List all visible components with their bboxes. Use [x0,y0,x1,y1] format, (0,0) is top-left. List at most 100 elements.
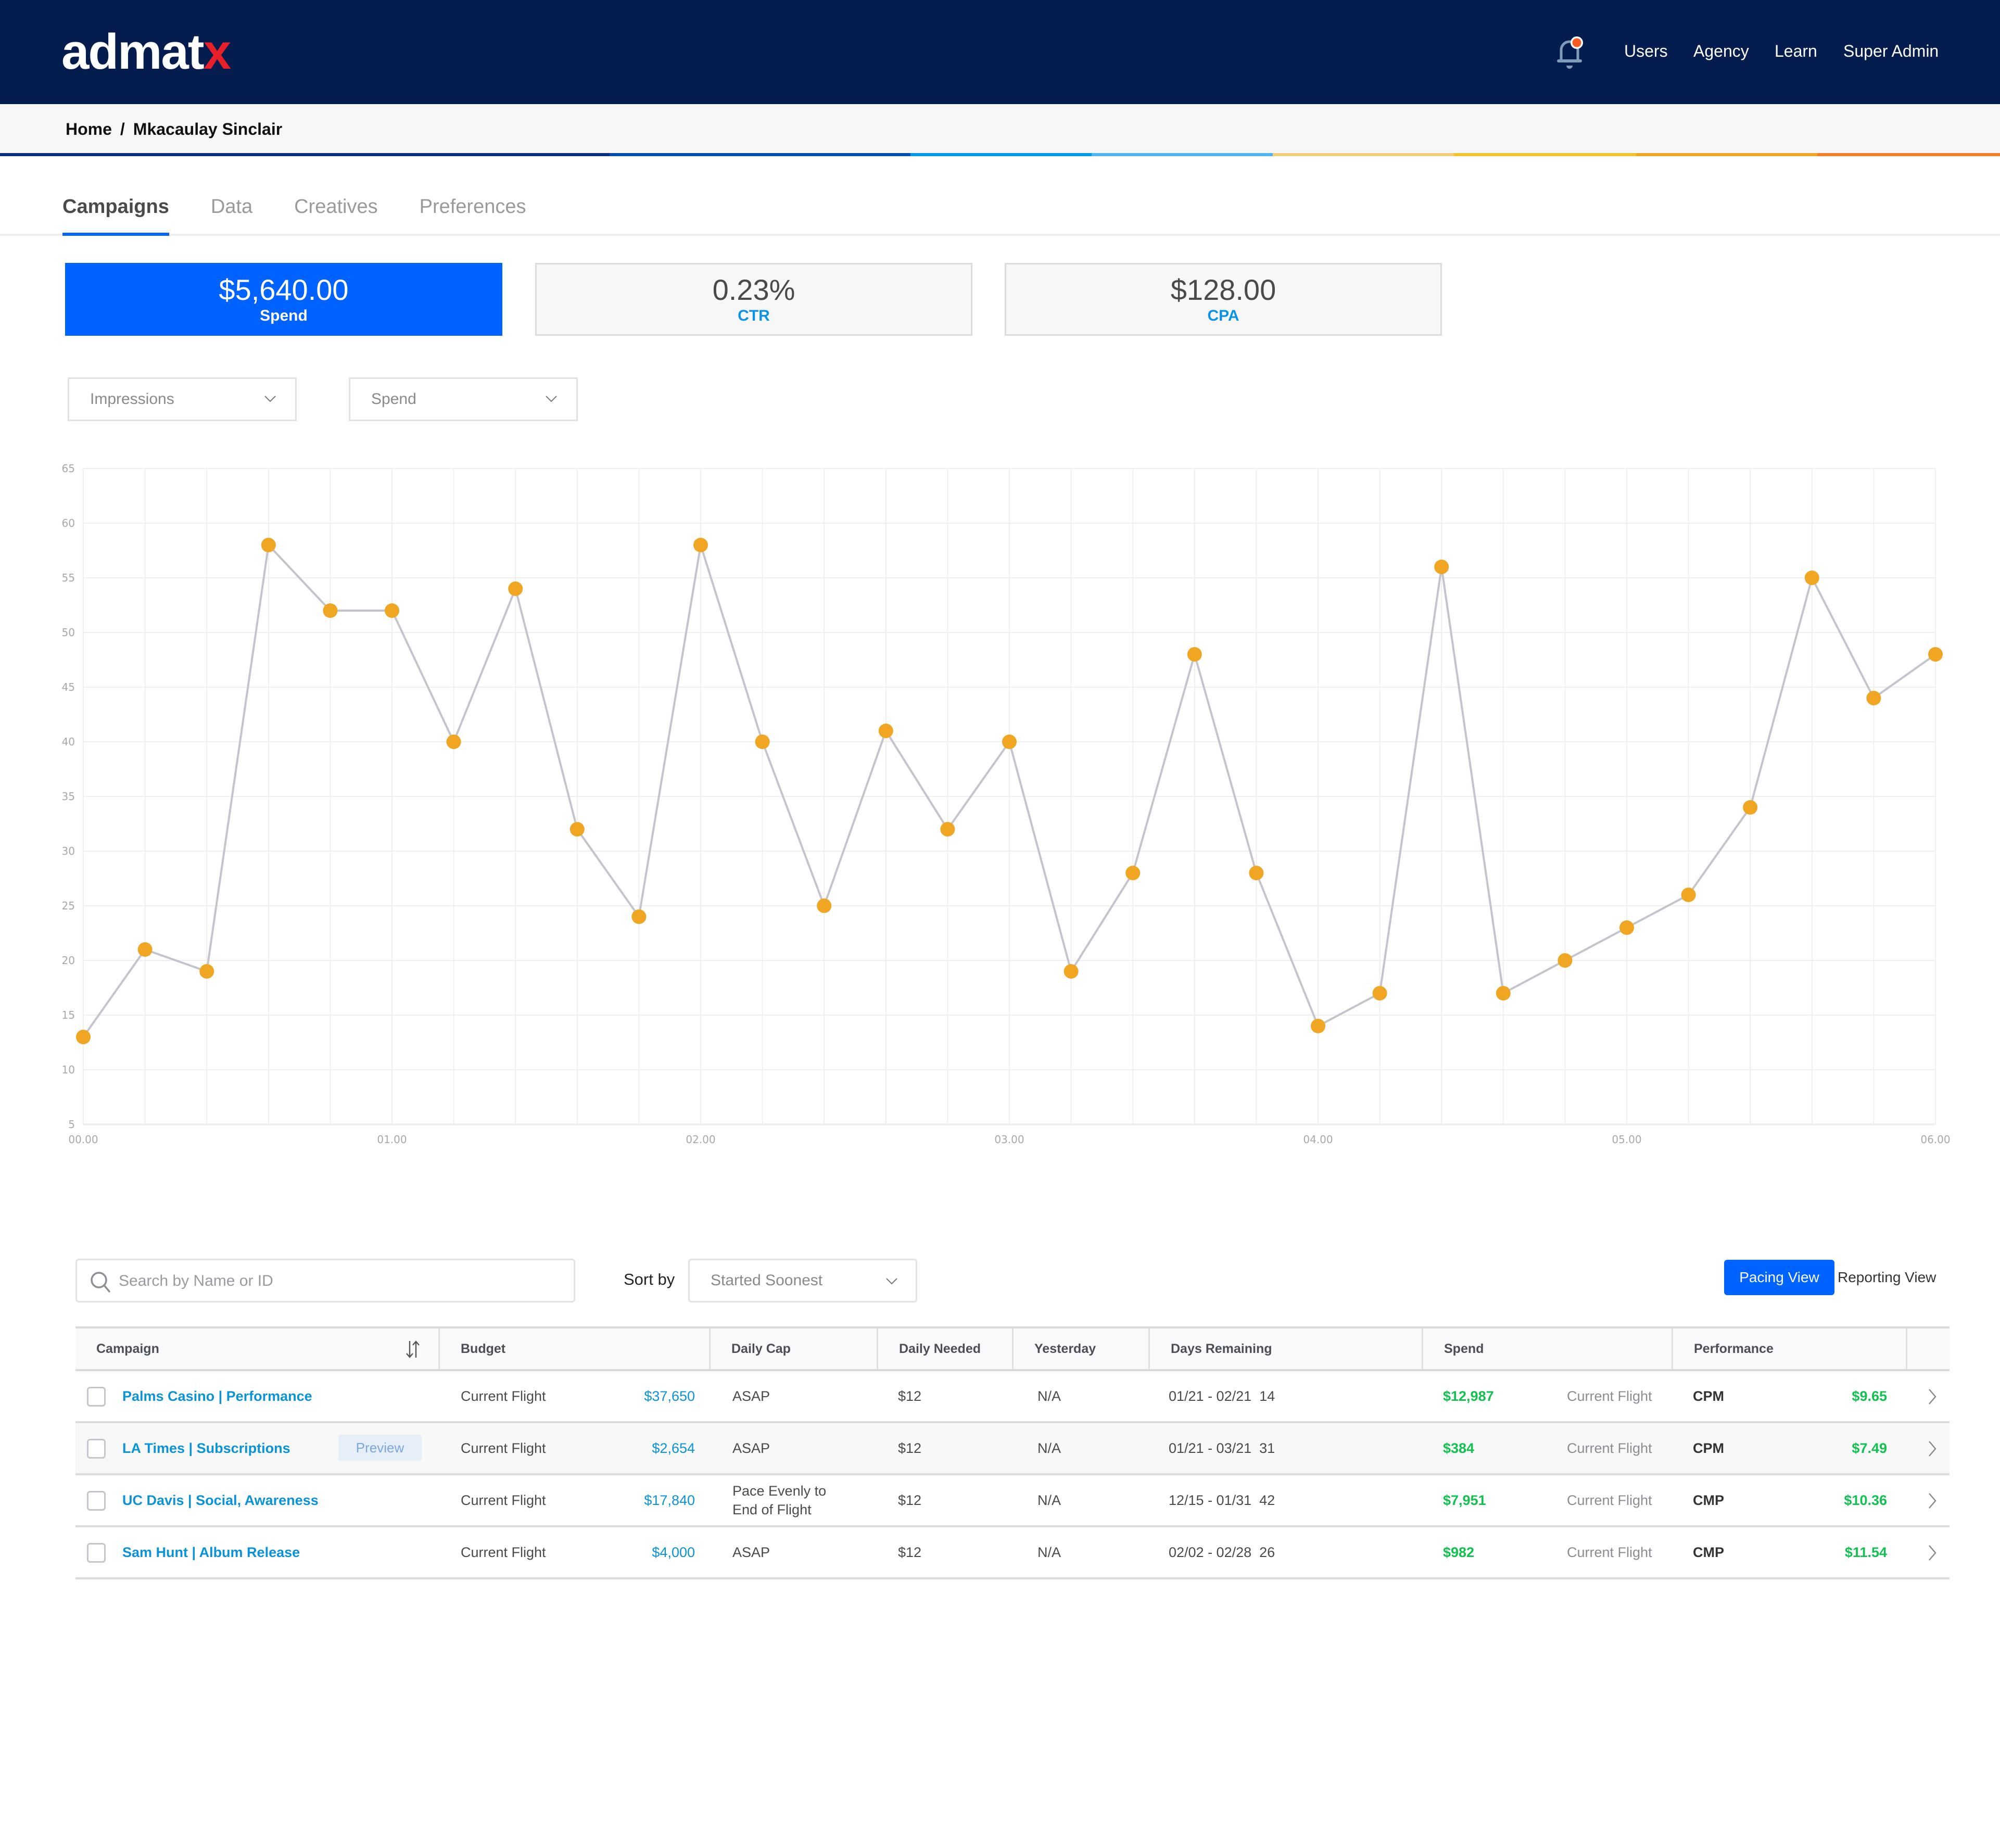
campaign-name-link[interactable]: LA Times | Subscriptions [122,1423,290,1473]
tab-data[interactable]: Data [211,196,252,236]
data-point[interactable] [569,822,585,837]
tab-preferences[interactable]: Preferences [420,196,526,236]
reporting-view-button[interactable]: Reporting View [1838,1260,1936,1295]
table-row[interactable]: Palms Casino | Performance Current Fligh… [75,1371,1950,1423]
column-header-campaign[interactable]: Campaign [75,1328,440,1369]
column-header-performance[interactable]: Performance [1673,1328,1907,1369]
logo-text: admat [61,24,205,80]
kpi-value: 0.23% [712,273,795,306]
kpi-card-cpa[interactable]: $128.00 CPA [1005,263,1442,336]
pacing-view-button[interactable]: Pacing View [1724,1260,1834,1295]
y-tick-label: 10 [62,1064,75,1076]
kpi-card-ctr[interactable]: 0.23% CTR [535,263,972,336]
data-point[interactable] [1125,866,1141,880]
data-point[interactable] [508,581,523,596]
search-input[interactable] [119,1270,556,1293]
bell-icon[interactable] [1554,36,1587,74]
tab-campaigns[interactable]: Campaigns [62,196,169,236]
data-point[interactable] [446,735,461,749]
daily-needed: $12 [898,1544,922,1560]
table-row[interactable]: LA Times | Subscriptions Preview Current… [75,1423,1950,1475]
column-header-yesterday[interactable]: Yesterday [1014,1328,1150,1369]
search-field[interactable] [75,1259,575,1302]
campaign-name-link[interactable]: Sam Hunt | Album Release [122,1527,300,1577]
data-point[interactable] [385,603,399,618]
spend-value: $12,987 [1443,1388,1494,1404]
data-point[interactable] [199,964,214,979]
spend-value: $384 [1443,1440,1475,1456]
breadcrumb-current: Mkacaulay Sinclair [133,120,283,138]
data-point[interactable] [261,538,276,552]
spend-label: Current Flight [1567,1388,1652,1404]
row-checkbox[interactable] [87,1543,106,1563]
nav-agency[interactable]: Agency [1693,42,1749,61]
sort-by-label: Sort by [624,1270,675,1288]
row-checkbox[interactable] [87,1491,106,1511]
campaign-name-link[interactable]: UC Davis | Social, Awareness [122,1475,319,1525]
preview-button[interactable]: Preview [338,1435,422,1461]
tab-creatives[interactable]: Creatives [294,196,378,236]
data-point[interactable] [940,822,955,837]
primary-metric-select[interactable]: Impressions [68,377,297,421]
data-point[interactable] [878,724,893,738]
data-point[interactable] [1064,964,1079,979]
data-point[interactable] [137,942,153,957]
nav-users[interactable]: Users [1624,42,1668,61]
row-checkbox[interactable] [87,1439,106,1459]
y-tick-label: 55 [62,572,75,584]
chevron-down-icon [264,396,276,402]
data-point[interactable] [1681,888,1696,902]
column-header-days-remaining[interactable]: Days Remaining [1150,1328,1423,1369]
chevron-right-icon[interactable] [1926,1544,1939,1562]
spend-label: Current Flight [1567,1492,1652,1508]
admatx-logo[interactable]: admatx [61,24,231,80]
chevron-right-icon[interactable] [1926,1388,1939,1406]
notification-badge [1572,38,1581,47]
chevron-right-icon[interactable] [1926,1492,1939,1510]
column-header-daily-cap[interactable]: Daily Cap [711,1328,878,1369]
nav-learn[interactable]: Learn [1775,42,1817,61]
y-tick-label: 30 [62,845,75,857]
sort-select[interactable]: Started Soonest [688,1259,917,1302]
data-point[interactable] [323,603,338,618]
data-point[interactable] [1372,986,1387,1001]
select-value: Impressions [90,390,174,408]
data-point[interactable] [1002,735,1017,749]
data-point[interactable] [1928,647,1943,662]
nav-super-admin[interactable]: Super Admin [1843,42,1939,61]
column-header-daily-needed[interactable]: Daily Needed [878,1328,1014,1369]
data-point[interactable] [1558,953,1573,968]
data-point[interactable] [1249,866,1264,880]
data-point[interactable] [1866,691,1881,705]
kpi-card-spend[interactable]: $5,640.00 Spend [65,263,502,336]
breadcrumb-home[interactable]: Home [66,120,112,139]
data-point[interactable] [755,735,770,749]
data-point[interactable] [631,909,647,924]
x-axis-ticks: 00.00 01.00 02.00 03.00 04.00 05.00 06.00 [68,1133,1950,1146]
y-tick-label: 50 [62,626,75,639]
table-row[interactable]: Sam Hunt | Album Release Current Flight … [75,1527,1950,1579]
table-row[interactable]: UC Davis | Social, Awareness Current Fli… [75,1475,1950,1527]
data-point[interactable] [693,538,708,552]
data-point[interactable] [1804,571,1819,585]
days-remaining: 01/21 - 03/21 31 [1169,1440,1275,1456]
column-header-budget[interactable]: Budget [440,1328,711,1369]
breadcrumb-bar [0,104,2000,154]
data-point[interactable] [76,1030,91,1044]
data-point[interactable] [1743,800,1758,815]
sort-arrows-icon[interactable] [404,1340,421,1359]
row-checkbox[interactable] [87,1387,106,1407]
kpi-label: Spend [260,307,308,324]
secondary-metric-select[interactable]: Spend [349,377,578,421]
campaign-name-link[interactable]: Palms Casino | Performance [122,1371,312,1421]
data-point[interactable] [1187,647,1202,662]
column-header-spend[interactable]: Spend [1423,1328,1673,1369]
data-point[interactable] [1434,560,1449,574]
data-point[interactable] [1619,920,1634,935]
data-point[interactable] [1496,986,1511,1001]
data-point[interactable] [1311,1019,1325,1033]
chevron-right-icon[interactable] [1926,1440,1939,1458]
y-tick-label: 40 [62,736,75,748]
data-point[interactable] [817,898,832,913]
yesterday: N/A [1037,1388,1061,1404]
